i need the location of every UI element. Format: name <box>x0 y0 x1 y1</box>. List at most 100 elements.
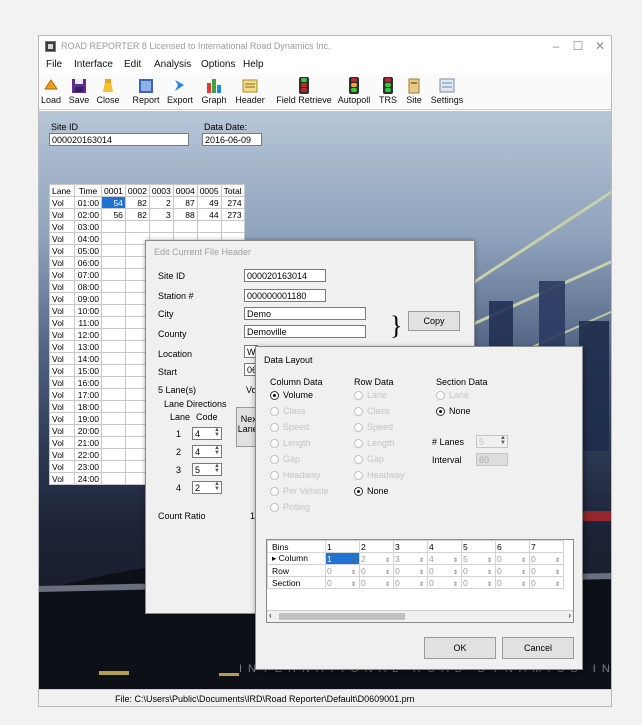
copy-button[interactable]: Copy <box>408 311 460 331</box>
num-lanes-stepper[interactable]: 5 ▲ ▼ <box>476 435 508 448</box>
stepper-arrows-icon[interactable]: ⇕ <box>487 582 492 588</box>
grid-cell[interactable]: Vol <box>49 304 75 317</box>
grid-header-0005[interactable]: 0005 <box>196 184 222 197</box>
grid-cell[interactable]: 82 <box>124 196 150 209</box>
maximize-button[interactable]: ☐ <box>567 38 589 54</box>
stepper-arrows-icon[interactable]: ⇕ <box>351 570 356 576</box>
grid-cell[interactable]: 24:00 <box>74 472 102 485</box>
grid-cell[interactable]: 273 <box>220 208 245 221</box>
bins-col-header[interactable]: 1 <box>325 540 360 553</box>
trs-button[interactable]: TRS <box>377 75 399 108</box>
grid-cell[interactable]: 14:00 <box>74 352 102 365</box>
grid-cell[interactable]: 08:00 <box>74 280 102 293</box>
grid-header-0001[interactable]: 0001 <box>101 184 126 197</box>
grid-header-0004[interactable]: 0004 <box>172 184 198 197</box>
grid-cell[interactable]: 02:00 <box>74 208 102 221</box>
lane-code-stepper[interactable]: 5 ▲ ▼ <box>192 463 222 476</box>
bins-value-stepper[interactable]: 0 ⇕ <box>495 552 530 565</box>
scroll-right-icon[interactable]: › <box>568 611 571 620</box>
radio-button[interactable] <box>436 407 445 416</box>
stepper-arrows-icon[interactable]: ▲ ▼ <box>214 445 220 456</box>
radio-button[interactable] <box>270 503 279 512</box>
grid-cell[interactable]: 23:00 <box>74 460 102 473</box>
lane-code-stepper[interactable]: 4 ▲ ▼ <box>192 445 222 458</box>
grid-cell[interactable]: 15:00 <box>74 364 102 377</box>
bins-value-stepper[interactable]: 0 ⇕ <box>359 576 394 589</box>
radio-button[interactable] <box>270 439 279 448</box>
menu-help[interactable]: Help <box>243 59 264 70</box>
bins-value-stepper[interactable]: 0 ⇕ <box>461 576 496 589</box>
grid-cell[interactable]: 2 <box>148 196 174 209</box>
grid-cell[interactable]: 49 <box>196 196 222 209</box>
grid-cell[interactable]: Vol <box>49 244 75 257</box>
radio-button[interactable] <box>436 391 445 400</box>
grid-cell[interactable] <box>101 376 126 389</box>
grid-cell[interactable]: Vol <box>49 364 75 377</box>
stepper-arrows-icon[interactable]: ⇕ <box>521 582 526 588</box>
grid-cell[interactable]: 04:00 <box>74 232 102 245</box>
lane-code-stepper[interactable]: 2 ▲ ▼ <box>192 481 222 494</box>
grid-cell[interactable]: 19:00 <box>74 412 102 425</box>
autopoll-button[interactable]: Autopoll <box>335 75 373 108</box>
stepper-arrows-icon[interactable]: ⇕ <box>521 558 526 564</box>
grid-header-0002[interactable]: 0002 <box>124 184 150 197</box>
bins-value-stepper[interactable]: 0 ⇕ <box>529 576 564 589</box>
grid-cell[interactable]: 10:00 <box>74 304 102 317</box>
graph-button[interactable]: Graph <box>199 75 229 108</box>
stepper-arrows-icon[interactable]: ⇕ <box>453 582 458 588</box>
bins-col-header[interactable]: 2 <box>359 540 394 553</box>
stepper-arrows-icon[interactable]: ⇕ <box>385 570 390 576</box>
bins-value-stepper[interactable]: 0 ⇕ <box>529 564 564 577</box>
stepper-arrows-icon[interactable]: ⇕ <box>487 570 492 576</box>
grid-header-total[interactable]: Total <box>220 184 245 197</box>
grid-cell[interactable]: Vol <box>49 220 75 233</box>
grid-cell[interactable]: Vol <box>49 292 75 305</box>
radio-button[interactable] <box>354 439 363 448</box>
grid-cell[interactable]: 22:00 <box>74 448 102 461</box>
grid-cell[interactable]: Vol <box>49 460 75 473</box>
stepper-arrows-icon[interactable]: ⇕ <box>487 558 492 564</box>
bins-value-stepper[interactable]: 5 ⇕ <box>461 552 496 565</box>
stepper-arrows-icon[interactable]: ⇕ <box>419 570 424 576</box>
grid-cell[interactable] <box>172 220 198 233</box>
grid-cell[interactable] <box>101 292 126 305</box>
hd-city-field[interactable]: Demo <box>244 307 366 320</box>
grid-header-time[interactable]: Time <box>74 184 102 197</box>
stepper-arrows-icon[interactable]: ⇕ <box>555 570 560 576</box>
bins-value-stepper[interactable]: 1 ⇕ <box>325 552 360 565</box>
grid-cell[interactable]: 11:00 <box>74 316 102 329</box>
bins-col-header[interactable]: 6 <box>495 540 530 553</box>
grid-cell[interactable]: Vol <box>49 352 75 365</box>
grid-cell[interactable]: 274 <box>220 196 245 209</box>
radio-button[interactable] <box>354 423 363 432</box>
bins-col-header[interactable]: 3 <box>393 540 428 553</box>
grid-cell[interactable]: Vol <box>49 340 75 353</box>
bins-value-stepper[interactable]: 0 ⇕ <box>393 576 428 589</box>
bins-value-stepper[interactable]: 3 ⇕ <box>393 552 428 565</box>
stepper-arrows-icon[interactable]: ▲ ▼ <box>214 427 220 438</box>
grid-cell[interactable]: Vol <box>49 388 75 401</box>
save-button[interactable]: Save <box>67 75 91 108</box>
grid-cell[interactable] <box>101 400 126 413</box>
radio-button[interactable] <box>354 471 363 480</box>
grid-cell[interactable]: 87 <box>172 196 198 209</box>
stepper-arrows-icon[interactable]: ⇕ <box>555 558 560 564</box>
scroll-left-icon[interactable]: ‹ <box>269 611 272 620</box>
grid-cell[interactable]: Vol <box>49 424 75 437</box>
menu-file[interactable]: File <box>46 59 62 70</box>
grid-cell[interactable] <box>101 424 126 437</box>
grid-cell[interactable] <box>148 220 174 233</box>
load-button[interactable]: Load <box>40 75 62 108</box>
grid-cell[interactable]: Vol <box>49 208 75 221</box>
minimize-button[interactable]: – <box>545 38 567 54</box>
hd-county-field[interactable]: Demoville <box>244 325 366 338</box>
stepper-arrows-icon[interactable]: ⇕ <box>351 582 356 588</box>
hd-site-id-field[interactable]: 000020163014 <box>244 269 326 282</box>
bins-col-header[interactable]: 4 <box>427 540 462 553</box>
grid-cell[interactable] <box>196 220 222 233</box>
grid-cell[interactable] <box>101 316 126 329</box>
bins-value-stepper[interactable]: 0 ⇕ <box>495 576 530 589</box>
lane-code-stepper[interactable]: 4 ▲ ▼ <box>192 427 222 440</box>
stepper-arrows-icon[interactable]: ⇕ <box>351 558 356 564</box>
radio-button[interactable] <box>354 455 363 464</box>
